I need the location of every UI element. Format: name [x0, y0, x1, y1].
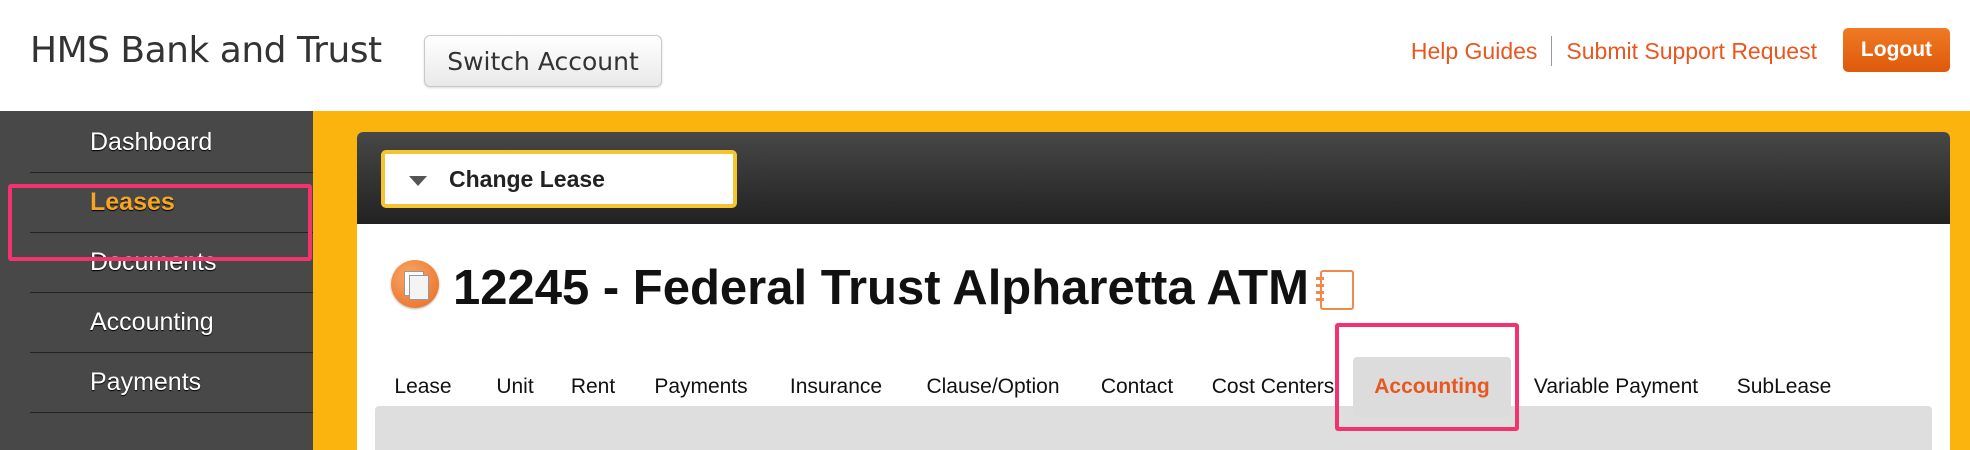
tab-payments[interactable]: Payments — [643, 357, 759, 417]
notebook-icon[interactable] — [1316, 270, 1354, 310]
page-title: 12245 - Federal Trust Alpharetta ATM — [453, 261, 1309, 315]
top-links: Help Guides Submit Support Request — [1411, 36, 1817, 66]
sidebar-item-payments[interactable]: Payments — [30, 353, 313, 413]
sidebar-item-dashboard[interactable]: Dashboard — [30, 113, 313, 173]
logout-button[interactable]: Logout — [1843, 28, 1950, 72]
sidebar-item-label: Dashboard — [90, 128, 213, 156]
sidebar-item-label: Payments — [90, 368, 202, 396]
tab-contact[interactable]: Contact — [1089, 357, 1185, 417]
change-lease-label: Change Lease — [449, 165, 605, 192]
caret-down-icon — [409, 175, 427, 186]
tab-rent[interactable]: Rent — [561, 357, 625, 417]
submit-support-link[interactable]: Submit Support Request — [1566, 38, 1817, 65]
tab-insurance[interactable]: Insurance — [779, 357, 893, 417]
accounting-tab-highlight-box — [1335, 323, 1519, 431]
sidebar-item-accounting[interactable]: Accounting — [30, 293, 313, 353]
switch-account-button[interactable]: Switch Account — [424, 35, 662, 87]
change-lease-dropdown[interactable]: Change Lease — [381, 150, 737, 208]
leases-highlight-box — [8, 184, 312, 261]
lease-tabs: Lease Unit Rent Payments Insurance Claus… — [357, 357, 1950, 417]
tab-sublease[interactable]: SubLease — [1727, 357, 1841, 417]
lease-documents-icon — [391, 260, 439, 308]
help-guides-link[interactable]: Help Guides — [1411, 38, 1538, 65]
brand-title: HMS Bank and Trust — [30, 30, 382, 71]
lease-panel: Change Lease 12245 - Federal Trust Alpha… — [357, 132, 1950, 450]
sidebar: Dashboard Leases Documents Accounting Pa… — [0, 111, 313, 450]
tab-variable-payment[interactable]: Variable Payment — [1523, 357, 1709, 417]
tab-clause-option[interactable]: Clause/Option — [915, 357, 1071, 417]
tab-unit[interactable]: Unit — [483, 357, 547, 417]
tab-lease[interactable]: Lease — [383, 357, 463, 417]
sidebar-item-label: Accounting — [90, 308, 214, 336]
link-divider — [1551, 36, 1553, 66]
panel-toolbar: Change Lease — [357, 132, 1950, 224]
notebook-rings — [1316, 277, 1324, 305]
top-header: HMS Bank and Trust Switch Account Help G… — [0, 0, 1970, 111]
tab-cost-centers[interactable]: Cost Centers — [1203, 357, 1343, 417]
doc-sheet-front — [409, 275, 429, 300]
